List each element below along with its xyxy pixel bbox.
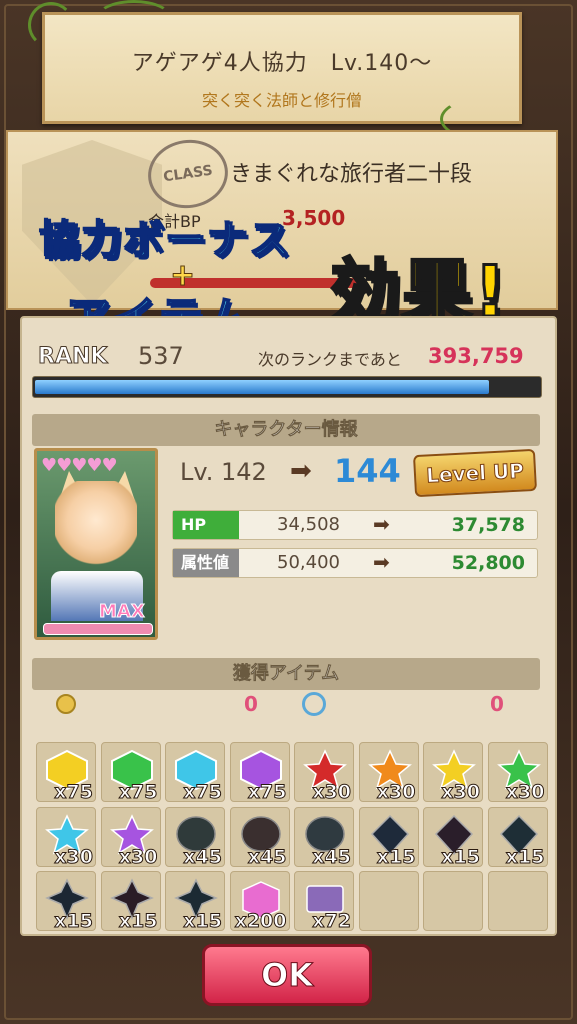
rank-label: RANK — [37, 344, 108, 370]
item-slot[interactable]: x15 — [36, 871, 96, 933]
item-slot[interactable]: x30 — [423, 742, 483, 804]
item-slot[interactable]: x200 — [229, 871, 290, 933]
coin-value: 0 — [244, 692, 258, 716]
item-slot[interactable]: x72 — [294, 871, 354, 933]
item-slot[interactable]: x75 — [36, 742, 96, 804]
item-quantity: x15 — [505, 845, 545, 868]
item-slot[interactable]: x15 — [487, 806, 548, 868]
vine-decoration-icon — [96, 0, 172, 36]
item-quantity: x30 — [376, 781, 416, 804]
item-slot[interactable]: x45 — [294, 806, 354, 868]
item-slot[interactable]: x15 — [358, 806, 419, 868]
stat-new: 52,800 — [451, 552, 525, 574]
item-quantity: x30 — [505, 781, 545, 804]
items-section-title: 獲得アイテム — [32, 658, 540, 690]
levelup-badge: Level UP — [412, 448, 538, 498]
item-quantity: x30 — [54, 845, 94, 868]
next-rank-label: 次のランクまであと — [258, 350, 402, 369]
item-quantity: x15 — [118, 910, 158, 933]
item-quantity: x15 — [54, 910, 94, 933]
character-bond-bar — [43, 623, 153, 635]
stat-old: 34,508 — [277, 514, 340, 535]
item-quantity: x30 — [118, 845, 158, 868]
item-quantity: x15 — [441, 845, 481, 868]
overlay-coop-bonus: 協力ボーナス — [39, 217, 292, 265]
item-quantity: x15 — [183, 910, 223, 933]
item-quantity: x30 — [441, 781, 481, 804]
stat-old: 50,400 — [277, 552, 340, 573]
item-slot[interactable]: x30 — [100, 806, 161, 868]
next-rank-value: 393,759 — [428, 344, 524, 368]
item-slot[interactable]: x30 — [358, 742, 419, 804]
stat-label: 属性値 — [173, 549, 239, 577]
item-slot[interactable]: x15 — [423, 806, 483, 868]
item-slot[interactable]: x30 — [487, 742, 548, 804]
ok-button[interactable]: OK — [202, 944, 372, 1006]
character-portrait[interactable]: ♥♥♥♥♥ MAX — [34, 448, 158, 640]
item-slot[interactable]: x75 — [229, 742, 290, 804]
rank-progress-bar — [32, 376, 542, 398]
quest-title: アゲアゲ4人協力 Lv.140～ — [131, 51, 433, 76]
stat-row-hp: HP 34,508 ➡ 37,578 — [172, 510, 538, 540]
vine-decoration-icon — [28, 2, 74, 48]
item-quantity: x45 — [312, 845, 352, 868]
empty-item-slot — [487, 871, 548, 931]
character-section-title: キャラクター情報 — [32, 414, 540, 446]
character-face — [55, 481, 137, 579]
stat-label: HP — [173, 511, 239, 539]
arrow-right-icon: ➡ — [373, 512, 390, 536]
swirl-value: 0 — [490, 692, 504, 716]
item-slot[interactable]: x45 — [165, 806, 225, 868]
coin-icon — [56, 694, 76, 714]
empty-item-slot — [358, 871, 419, 931]
item-quantity: x75 — [183, 781, 223, 804]
arrow-right-icon: ➡ — [290, 456, 312, 486]
item-quantity: x15 — [376, 845, 416, 868]
rank-progress-fill — [35, 380, 489, 394]
item-quantity: x45 — [183, 845, 223, 868]
stat-new: 37,578 — [451, 514, 525, 536]
rank-value: 537 — [138, 342, 184, 370]
item-quantity: x75 — [247, 781, 287, 804]
empty-item-slot — [423, 871, 483, 931]
item-slot[interactable]: x45 — [229, 806, 290, 868]
item-slot[interactable]: x30 — [294, 742, 354, 804]
item-slot[interactable]: x75 — [100, 742, 161, 804]
level-new: 144 — [334, 452, 401, 490]
item-quantity: x72 — [312, 910, 352, 933]
arrow-right-icon: ➡ — [373, 550, 390, 574]
item-slot[interactable]: x30 — [36, 806, 96, 868]
item-slot[interactable]: x75 — [165, 742, 225, 804]
class-name: きまぐれな旅行者二十段 — [230, 162, 473, 187]
swirl-icon — [302, 692, 326, 716]
stat-row-attribute: 属性値 50,400 ➡ 52,800 — [172, 548, 538, 578]
item-slot[interactable]: x15 — [165, 871, 225, 933]
item-slot[interactable]: x15 — [100, 871, 161, 933]
max-badge: MAX — [99, 601, 146, 623]
level-old: Lv. 142 — [180, 458, 267, 486]
item-quantity: x30 — [312, 781, 352, 804]
item-quantity: x45 — [247, 845, 287, 868]
item-quantity: x75 — [54, 781, 94, 804]
item-quantity: x200 — [234, 910, 287, 933]
heart-icons: ♥♥♥♥♥ — [41, 455, 118, 476]
item-quantity: x75 — [118, 781, 158, 804]
